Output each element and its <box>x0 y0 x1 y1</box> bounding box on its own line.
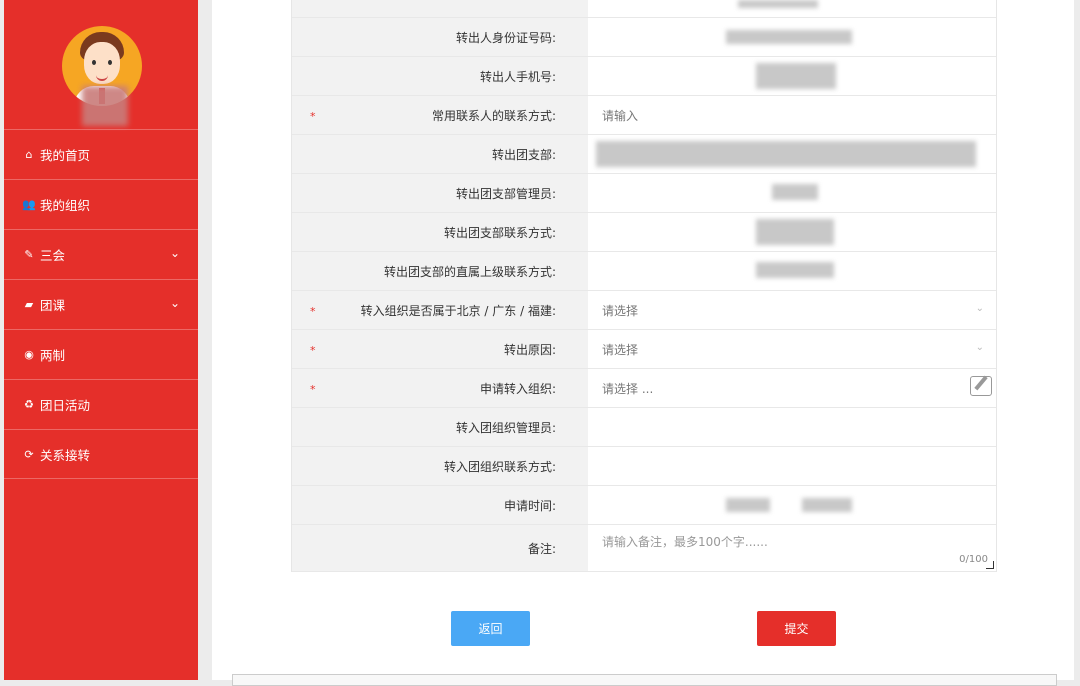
target-admin-value <box>588 408 996 446</box>
contact-input-placeholder: 请输入 <box>602 108 639 123</box>
submit-button[interactable]: 提交 <box>757 611 836 646</box>
form-row-apply-time: 申请时间: <box>292 486 996 525</box>
sidebar-item-label: 我的首页 <box>40 148 91 163</box>
sidebar-nav: ⌂ 我的首页 👥 我的组织 ✎ 三会 ⌄ ▰ 团课 ⌄ ◉ 两制 ♻ 团日活动 … <box>4 129 198 479</box>
edit-square-icon: ✎ <box>24 248 34 261</box>
sidebar-item-home[interactable]: ⌂ 我的首页 <box>4 129 198 179</box>
form-row-target-org: * 申请转入组织: 请选择 ... <box>292 369 996 408</box>
sidebar-item-label: 团课 <box>40 298 66 313</box>
back-button[interactable]: 返回 <box>451 611 530 646</box>
branch-value <box>588 135 996 173</box>
sidebar-item-label: 关系接转 <box>40 447 91 463</box>
region-select[interactable]: 请选择 ⌄ <box>588 291 996 329</box>
chevron-down-icon[interactable]: ⌄ <box>170 296 180 310</box>
field-label: 转出人身份证号码: <box>292 18 588 56</box>
sidebar-item-label: 我的组织 <box>40 198 91 213</box>
edit-icon[interactable] <box>970 376 992 396</box>
sidebar-item-label: 三会 <box>40 248 66 263</box>
id-number-value <box>588 18 996 56</box>
form-row-branch: 转出团支部: <box>292 135 996 174</box>
target-icon: ◉ <box>24 348 34 361</box>
form-row-target-admin: 转入团组织管理员: <box>292 408 996 447</box>
sidebar-item-league-class[interactable]: ▰ 团课 ⌄ <box>4 279 198 329</box>
sidebar: ⌂ 我的首页 👥 我的组织 ✎ 三会 ⌄ ▰ 团课 ⌄ ◉ 两制 ♻ 团日活动 … <box>4 0 198 680</box>
char-counter: 0/100 <box>959 554 988 565</box>
target-contact-value <box>588 447 996 485</box>
form-row-id-number: 转出人身份证号码: <box>292 18 996 57</box>
superior-contact-value <box>588 252 996 290</box>
required-mark: * <box>310 344 316 357</box>
transfer-form: 转出人身份证号码: 转出人手机号: * 常用联系人的联系方式: 请输入 转出团支… <box>291 0 997 572</box>
field-label: 常用联系人的联系方式: <box>431 108 556 123</box>
form-row-reason-select: * 转出原因: 请选择 ⌄ <box>292 330 996 369</box>
home-icon: ⌂ <box>25 148 33 161</box>
form-row-superior-contact: 转出团支部的直属上级联系方式: <box>292 252 996 291</box>
remark-textarea[interactable]: 请输入备注，最多100个字...... 0/100 <box>588 525 996 571</box>
required-mark: * <box>310 110 316 123</box>
form-row-contact: * 常用联系人的联系方式: 请输入 <box>292 96 996 135</box>
form-row-target-contact: 转入团组织联系方式: <box>292 447 996 486</box>
remark-placeholder: 请输入备注，最多100个字...... <box>602 535 768 549</box>
chevron-down-icon[interactable]: ⌄ <box>170 246 180 260</box>
field-label: 转出人手机号: <box>292 57 588 95</box>
sidebar-item-label: 两制 <box>40 348 66 363</box>
reason-select-placeholder: 请选择 <box>602 342 639 357</box>
sidebar-item-two-systems[interactable]: ◉ 两制 <box>4 329 198 379</box>
form-row-clipped <box>292 0 996 18</box>
sidebar-item-three-meetings[interactable]: ✎ 三会 ⌄ <box>4 229 198 279</box>
sidebar-item-league-day[interactable]: ♻ 团日活动 <box>4 379 198 429</box>
field-label: 转入团组织管理员: <box>292 408 588 446</box>
field-label: 申请时间: <box>292 486 588 524</box>
refresh-icon: ⟳ <box>24 447 34 461</box>
required-mark: * <box>310 383 316 396</box>
field-label: 转出团支部管理员: <box>292 174 588 212</box>
form-row-region-select: * 转入组织是否属于北京 / 广东 / 福建: 请选择 ⌄ <box>292 291 996 330</box>
main-panel: 转出人身份证号码: 转出人手机号: * 常用联系人的联系方式: 请输入 转出团支… <box>212 0 1074 680</box>
target-org-picker[interactable]: 请选择 ... <box>588 369 996 407</box>
chevron-down-icon: ⌄ <box>975 342 984 353</box>
form-row-remark: 备注: 请输入备注，最多100个字...... 0/100 <box>292 525 996 572</box>
field-label: 转出原因: <box>503 342 556 357</box>
apply-time-value <box>588 486 996 524</box>
branch-contact-value <box>588 213 996 251</box>
form-row-phone: 转出人手机号: <box>292 57 996 96</box>
field-label: 转出团支部联系方式: <box>292 213 588 251</box>
bottom-panel <box>232 674 1057 686</box>
user-name-blurred <box>82 86 128 126</box>
resize-grip-icon[interactable] <box>986 561 994 569</box>
sidebar-item-label: 团日活动 <box>40 398 91 413</box>
field-label: 转出团支部的直属上级联系方式: <box>292 252 588 290</box>
folder-open-icon: ▰ <box>24 298 34 311</box>
branch-admin-value <box>588 174 996 212</box>
form-row-branch-admin: 转出团支部管理员: <box>292 174 996 213</box>
contact-input[interactable]: 请输入 <box>588 96 996 134</box>
chevron-down-icon: ⌄ <box>975 303 984 314</box>
recycle-icon: ♻ <box>24 398 34 411</box>
phone-value <box>588 57 996 95</box>
sidebar-item-my-org[interactable]: 👥 我的组织 <box>4 179 198 229</box>
reason-select[interactable]: 请选择 ⌄ <box>588 330 996 368</box>
field-label: 转出团支部: <box>292 135 588 173</box>
group-icon: 👥 <box>22 198 36 211</box>
target-org-placeholder: 请选择 ... <box>602 381 654 396</box>
sidebar-item-transfer[interactable]: ⟳ 关系接转 <box>4 429 198 479</box>
form-row-branch-contact: 转出团支部联系方式: <box>292 213 996 252</box>
field-label: 备注: <box>292 525 588 571</box>
field-label: 转入组织是否属于北京 / 广东 / 福建: <box>360 303 556 318</box>
field-label: 申请转入组织: <box>479 381 556 396</box>
required-mark: * <box>310 305 316 318</box>
region-select-placeholder: 请选择 <box>602 303 639 318</box>
field-label: 转入团组织联系方式: <box>292 447 588 485</box>
